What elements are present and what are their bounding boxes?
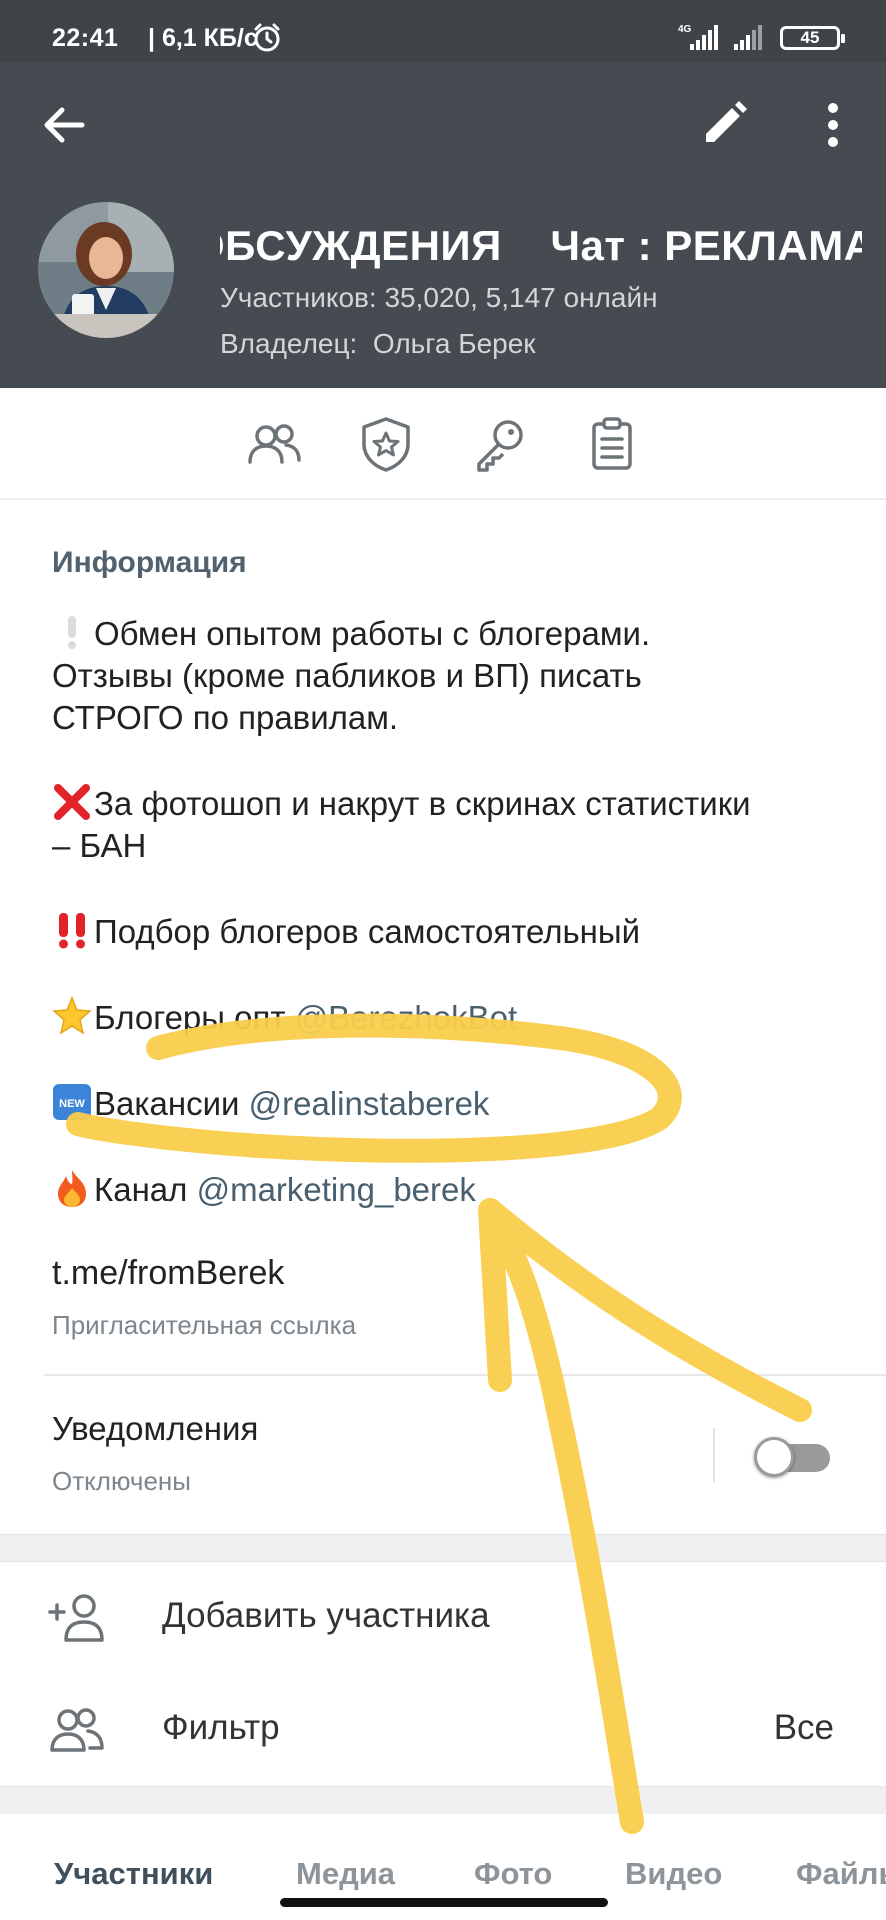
desc-line-5: – БАН xyxy=(52,827,147,864)
gesture-home-bar[interactable] xyxy=(280,1898,608,1907)
vacancies-link[interactable]: @realinstaberek xyxy=(249,1085,490,1122)
add-member-label: Добавить участника xyxy=(162,1596,490,1635)
desc-line-7-text: Блогеры опт xyxy=(94,999,295,1036)
signal-4g-label: 4G xyxy=(678,24,692,35)
chat-title: ОБСУЖДЕНИЯ Чат : РЕКЛАМА xyxy=(220,222,862,269)
white-exclamation-emoji xyxy=(68,616,76,649)
notifications-toggle[interactable] xyxy=(754,1436,834,1477)
section-gap xyxy=(0,1786,886,1814)
more-vert-icon[interactable] xyxy=(808,98,858,152)
divider xyxy=(44,1374,886,1376)
channel-link[interactable]: @marketing_berek xyxy=(197,1171,476,1208)
notifications-title[interactable]: Уведомления xyxy=(52,1410,258,1448)
tab-video[interactable]: Видео xyxy=(625,1856,722,1892)
clipboard-icon[interactable] xyxy=(582,414,642,474)
status-time: 22:41 xyxy=(52,24,119,52)
tab-files[interactable]: Файлы xyxy=(796,1856,886,1892)
vertical-divider xyxy=(713,1428,715,1482)
chat-avatar[interactable] xyxy=(38,202,174,338)
alarm-icon xyxy=(254,23,280,52)
star-emoji xyxy=(52,996,92,1035)
battery-icon: 45 xyxy=(780,26,845,50)
fire-emoji xyxy=(58,1170,86,1207)
edit-pencil-icon[interactable] xyxy=(696,98,752,152)
owner-line: Владелец: Ольга Берек xyxy=(220,328,536,359)
tab-media[interactable]: Медиа xyxy=(296,1856,395,1892)
filter-value: Все xyxy=(773,1708,834,1747)
permissions-key-icon[interactable] xyxy=(470,414,530,474)
new-badge-emoji: NEW xyxy=(53,1084,91,1120)
desc-line-4: За фотошоп и накрут в скринах статистики xyxy=(94,785,751,822)
chat-title-container: ОБСУЖДЕНИЯ Чат : РЕКЛАМА xyxy=(220,222,862,278)
add-user-icon xyxy=(48,1594,104,1642)
members-count: Участников: 35,020, 5,147 онлайн xyxy=(220,282,658,313)
status-network-speed: | 6,1 КБ/с xyxy=(148,24,258,52)
invite-link[interactable]: t.me/fromBerek xyxy=(52,1254,284,1293)
invite-link-caption: Пригласительная ссылка xyxy=(52,1310,357,1340)
admin-actions-row xyxy=(0,388,886,500)
red-cross-emoji xyxy=(54,784,90,820)
svg-text:NEW: NEW xyxy=(59,1098,85,1110)
desc-line-2: Отзывы (кроме пабликов и ВП) писать xyxy=(52,657,642,694)
filter-members-icon xyxy=(50,1708,104,1752)
desc-line-1: Обмен опытом работы с блогерами. xyxy=(94,615,651,652)
add-member-row[interactable]: Добавить участника xyxy=(0,1564,886,1674)
double-exclamation-emoji xyxy=(59,913,85,949)
filter-row[interactable]: Фильтр Все xyxy=(0,1676,886,1786)
notifications-state: Отключены xyxy=(52,1466,191,1496)
admins-shield-star-icon[interactable] xyxy=(356,414,416,474)
info-heading: Информация xyxy=(52,546,247,579)
desc-line-8-text: Вакансии xyxy=(94,1085,249,1122)
bot-link[interactable]: @BerezhokBot xyxy=(295,999,517,1036)
section-gap xyxy=(0,1534,886,1562)
desc-line-3: СТРОГО по правилам. xyxy=(52,699,399,736)
desc-line-6: Подбор блогеров самостоятельный xyxy=(94,913,641,950)
chat-header: ОБСУЖДЕНИЯ Чат : РЕКЛАМА Участников: 35,… xyxy=(0,62,886,388)
toggle-knob xyxy=(754,1437,794,1477)
desc-line-9-text: Канал xyxy=(94,1171,197,1208)
tab-photo[interactable]: Фото xyxy=(474,1856,552,1892)
back-arrow-icon[interactable] xyxy=(36,100,92,150)
tab-members[interactable]: Участники xyxy=(54,1856,213,1892)
status-bar: 22:41 | 6,1 КБ/с 4G 45 xyxy=(0,0,886,62)
filter-label: Фильтр xyxy=(162,1708,280,1747)
chat-description: Обмен опытом работы с блогерами. Отзывы … xyxy=(52,612,852,1254)
signal-4g-icon: 4G xyxy=(678,24,718,50)
members-icon[interactable] xyxy=(244,414,304,474)
signal-icon xyxy=(734,25,762,50)
